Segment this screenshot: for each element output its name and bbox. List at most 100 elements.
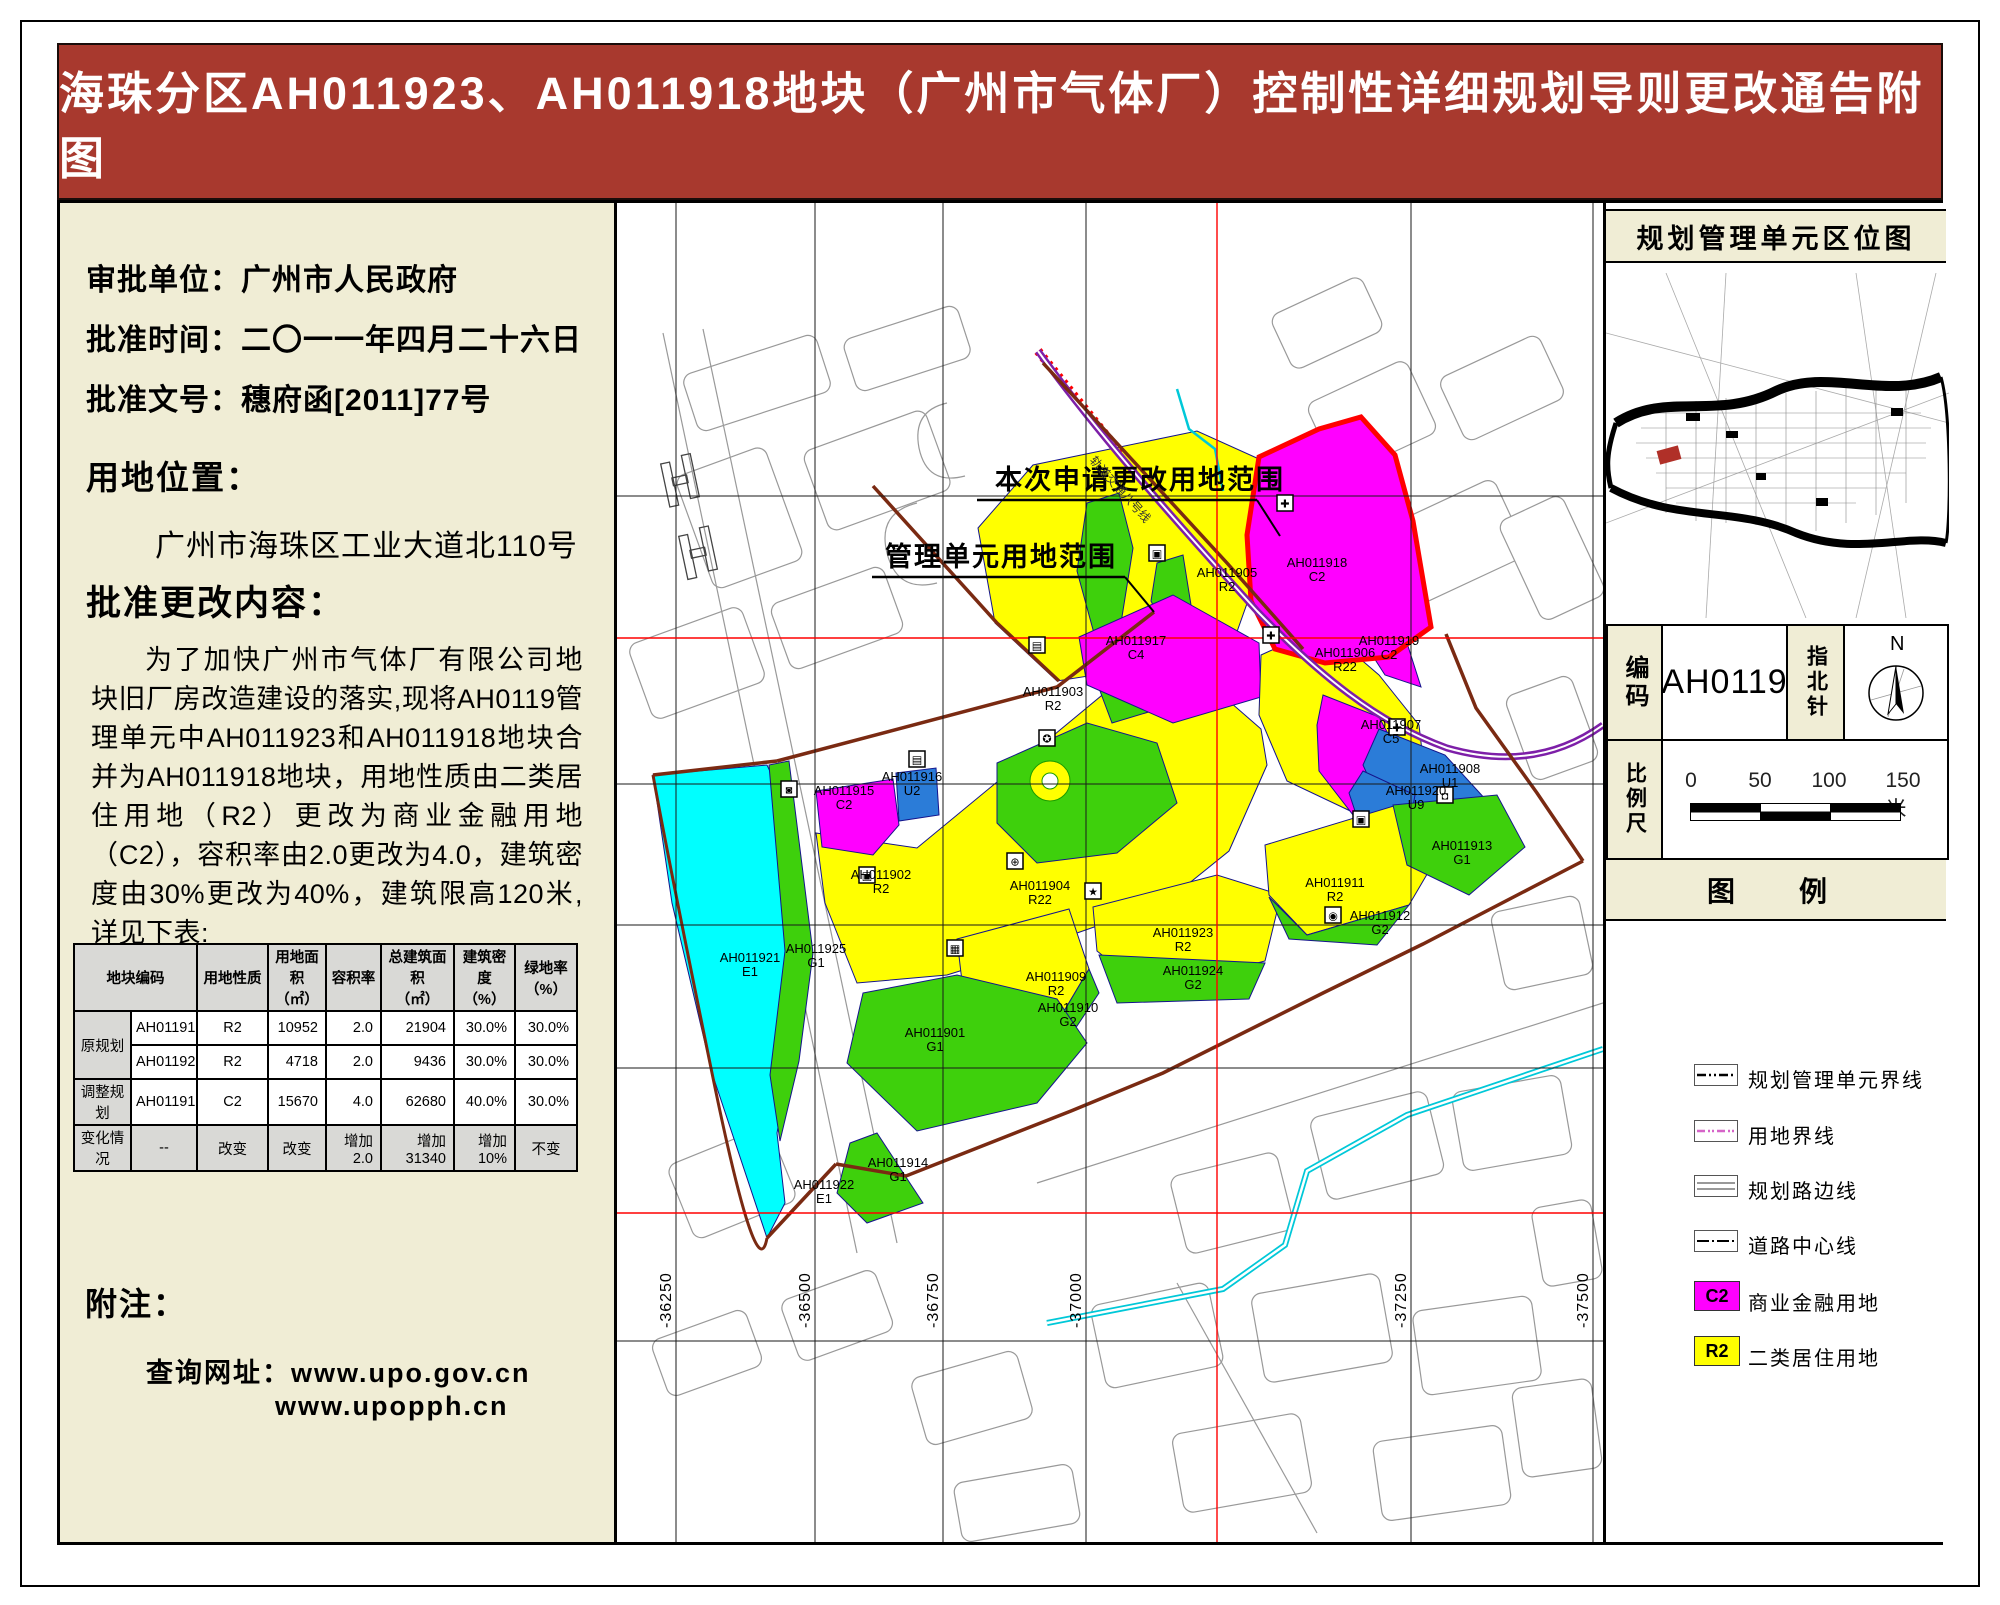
notice-page: 海珠分区AH011923、AH011918地块（广州市气体厂）控制性详细规划导则… [0,0,2000,1605]
query-url-line: 查询网址：www.upo.gov.cn [146,1351,531,1390]
legend-title: 图 例 [1606,858,1946,921]
table-row: 原规划 AH011918 R2 10952 2.0 21904 30.0% 30… [74,1011,577,1045]
scale-label: 比例尺 [1620,762,1650,837]
svg-text:N: N [1890,633,1904,655]
col-header-gfa: 总建筑面积（㎡） [381,944,454,1011]
parcel-label-class: C2 [836,797,853,812]
parcel-label-class: C2 [1381,647,1398,662]
parcel-label-code: AH011912 [1350,908,1410,923]
facility-icon-glyph: ▤ [912,755,922,767]
title-banner: 海珠分区AH011923、AH011918地块（广州市气体厂）控制性详细规划导则… [57,43,1943,200]
parcel-label-class: G2 [1059,1014,1076,1029]
parcel-label-class: G2 [1371,922,1388,937]
parcel-label-class: R22 [1028,892,1052,907]
parcel-label-code: AH011925 [786,941,846,956]
query-url-line2: www.upopph.cn [275,1391,508,1422]
parcel-label-class: R2 [873,881,890,896]
facility-icon-glyph: ▣ [1356,815,1366,827]
unit-code: AH0119 [1661,663,1787,702]
road-center-line-icon [1694,1230,1738,1252]
scale-bar: 0 50 100 150米 [1663,741,1947,858]
legend-item-road-center: 道路中心线 [1606,1224,1946,1264]
facility-icon-glyph: ✪ [1042,734,1051,746]
grid-coordinate-label: -36500 [797,1272,814,1328]
scale-tick: 0 [1685,769,1697,793]
parcel-boundary-line-icon [1694,1120,1738,1142]
parcel-label-code: AH011904 [1010,878,1070,893]
facility-icon-glyph: ⊕ [1010,857,1019,869]
parcel-label-code: AH011905 [1197,565,1257,580]
grid-coordinate-label: -37250 [1393,1272,1410,1328]
legend-panel: 规划管理单元区位图 [1603,203,1946,1542]
legend-item-c2: C2 商业金融用地 [1606,1279,1946,1319]
scale-label-cell: 比例尺 [1606,739,1663,860]
callout-unit-scope: 管理单元用地范围 [885,542,1117,572]
facility-icon-glyph: ★ [1088,887,1098,899]
plan-map: ▣✚▤◙✪▣⊕▦◉✚◘▣★▤✚ AH011901G1AH011902R2AH01… [617,203,1603,1542]
scale-tick: 100 [1811,769,1846,793]
parcel-label-code: AH011918 [1287,555,1347,570]
info-panel: 审批单位：广州市人民政府 批准时间：二〇一一年四月二十六日 批准文号：穗府函[2… [60,203,617,1542]
grid-coordinate-label: -36750 [925,1272,942,1328]
parcel-label-class: R2 [1045,698,1062,713]
parcel-label-code: AH011902 [851,867,911,882]
parcel-label-code: AH011908 [1420,761,1480,776]
parcel-label-class: R2 [1048,983,1065,998]
parcel-label-class: C2 [1309,569,1326,584]
parcel-label-code: AH011923 [1153,925,1213,940]
parcel-label-code: AH011921 [720,950,780,965]
code-value-cell: AH0119 [1661,624,1788,741]
facility-icon-glyph: ▣ [1152,549,1162,561]
grid-coordinate-label: -37000 [1068,1272,1085,1328]
parcel-label-class: C4 [1128,647,1145,662]
parcel-label-code: AH011915 [814,783,874,798]
legend-item-parcel-boundary: 用地界线 [1606,1114,1946,1154]
col-header-green: 绿地率（%） [515,944,577,1011]
parcel-label-class: G2 [1184,977,1201,992]
main-frame: 审批单位：广州市人民政府 批准时间：二〇一一年四月二十六日 批准文号：穗府函[2… [57,200,1943,1545]
approval-unit-line: 审批单位：广州市人民政府 [86,255,458,299]
parcel-label-class: G1 [807,955,824,970]
legend-item-unit-boundary: 规划管理单元界线 [1606,1058,1946,1098]
district-location-map [1606,273,1949,618]
parcel-label-class: U2 [904,783,921,798]
parcel-label-class: G1 [926,1039,943,1054]
table-row: 调整规划 AH011918 C2 15670 4.0 62680 40.0% 3… [74,1079,577,1125]
parcel-g1-1901 [847,975,1087,1131]
unit-boundary-line-icon [1694,1064,1738,1086]
parcel-label-class: R22 [1333,659,1357,674]
parcel-label-code: AH011909 [1026,969,1086,984]
parcel-label-code: AH011916 [882,769,942,784]
grid-coordinate-label: -37500 [1575,1272,1592,1328]
parcel-label-code: AH011911 [1305,875,1365,890]
legend-item-road-edge: 规划路边线 [1606,1169,1946,1209]
table-row: AH011923 R2 4718 2.0 9436 30.0% 30.0% [74,1045,577,1079]
parcel-label-class: U9 [1408,797,1425,812]
grid-coordinate-label: -36250 [658,1272,675,1328]
code-label-cell: 编码 [1606,624,1663,741]
facility-icon-glyph: ◙ [786,785,793,797]
location-value: 广州市海珠区工业大道北110号 [155,521,578,565]
parcel-label-class: R2 [1327,889,1344,904]
table-header-row: 地块编码 用地性质 用地面积（㎡） 容积率 总建筑面积（㎡） 建筑密度（%） 绿… [74,944,577,1011]
col-header-far: 容积率 [326,944,381,1011]
location-heading: 用地位置： [86,451,261,499]
parcel-label-class: C5 [1383,731,1400,746]
legend-item-r2: R2 二类居住用地 [1606,1334,1946,1374]
page-title: 海珠分区AH011923、AH011918地块（广州市气体厂）控制性详细规划导则… [59,45,1941,198]
change-table: 地块编码 用地性质 用地面积（㎡） 容积率 总建筑面积（㎡） 建筑密度（%） 绿… [73,943,578,1172]
approval-doc-line: 批准文号：穗府函[2011]77号 [86,375,491,419]
north-arrow-icon: N [1846,628,1946,738]
approval-date-line: 批准时间：二〇一一年四月二十六日 [86,315,582,359]
facility-icon-glyph: ✚ [1266,631,1275,643]
parcel-label-class: R2 [1175,939,1192,954]
parcel-label-class: G1 [889,1169,906,1184]
parcel-label-class: E1 [816,1191,832,1206]
road-edge-line-icon [1694,1175,1738,1197]
parcel-label-code: AH011903 [1023,684,1083,699]
parcel-label-code: AH011922 [794,1177,854,1192]
district-rivers [1608,377,1949,544]
col-header-code: 地块编码 [74,944,197,1011]
scale-bar-cell: 0 50 100 150米 [1661,739,1949,860]
r2-swatch: R2 [1694,1336,1740,1366]
